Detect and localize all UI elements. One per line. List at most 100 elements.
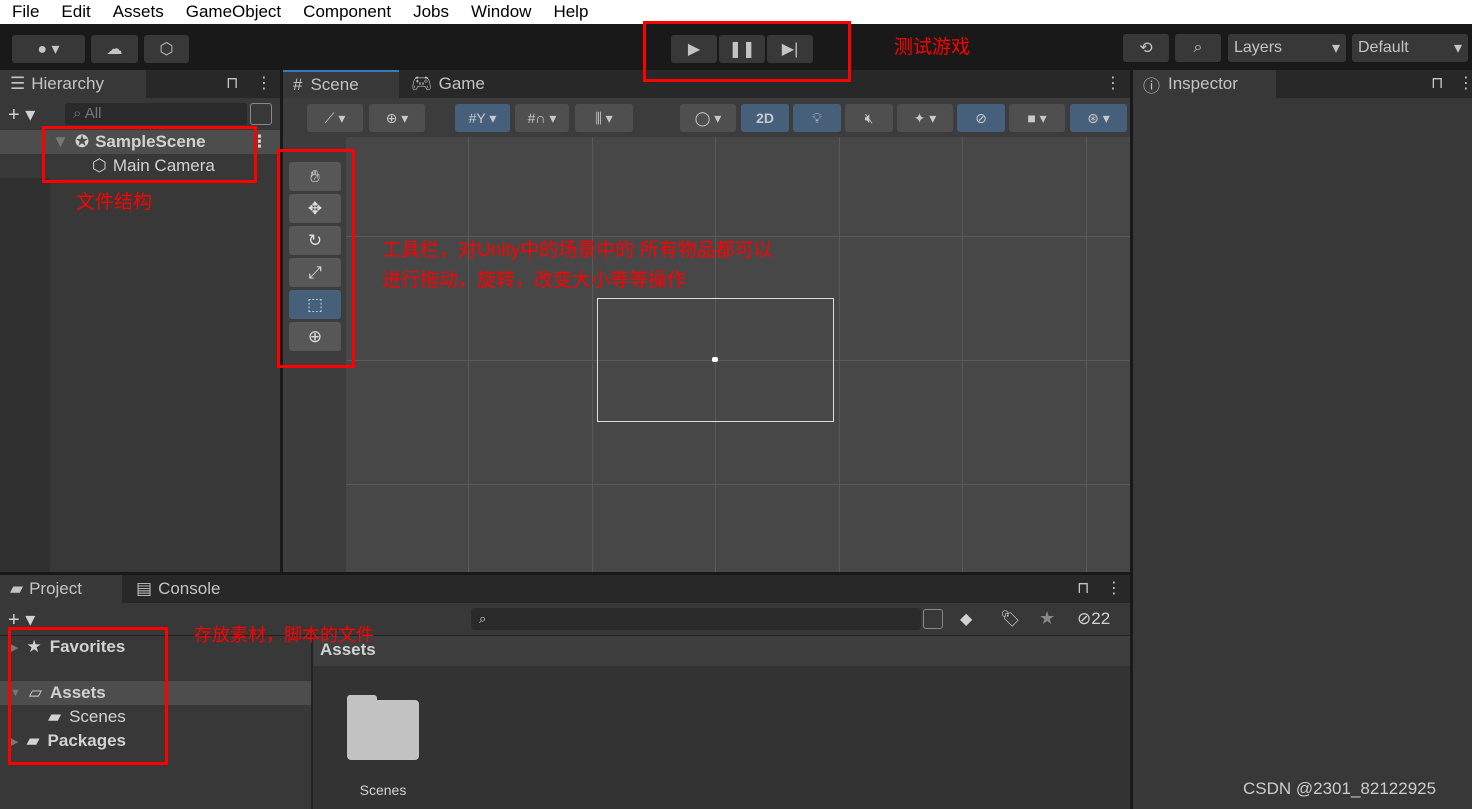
menu-gameobject[interactable]: GameObject (186, 2, 281, 22)
search-button[interactable]: ⌕ (1175, 34, 1221, 62)
lock-icon[interactable]: ⊓ (1431, 73, 1443, 93)
tab-console[interactable]: ▤ Console (126, 575, 230, 603)
shading-mode-dropdown[interactable]: ◯ ▾ (680, 104, 736, 132)
info-icon: ⓘ (1143, 76, 1160, 96)
devops-button[interactable]: ⬡ (144, 35, 189, 63)
add-button[interactable]: + ▾ (8, 102, 35, 127)
grid-hash-icon: # (293, 75, 303, 94)
globe-icon: ⊕ ▾ (385, 109, 409, 126)
step-button[interactable]: ▶| (767, 35, 813, 63)
camera-gizmo[interactable] (712, 357, 718, 362)
scene-name: SampleScene (95, 132, 206, 151)
lighting-toggle[interactable]: 💡︎ (793, 104, 841, 132)
tree-assets[interactable]: ▼ ▱ Assets (0, 681, 311, 705)
expand-search-icon[interactable] (250, 103, 272, 125)
rotate-tool[interactable]: ↻ (289, 226, 341, 255)
list-icon: ☰ (10, 74, 26, 93)
camera-dropdown[interactable]: ■ ▾ (1009, 104, 1065, 132)
search-icon: ⌕ (479, 611, 487, 626)
lock-icon[interactable]: ⊓ (226, 73, 238, 93)
star-icon[interactable]: ★ (1039, 608, 1055, 629)
rotate-icon: ↻ (307, 230, 323, 250)
grid-visibility-dropdown[interactable]: #Y ▾ (455, 104, 510, 132)
menu-jobs[interactable]: Jobs (413, 2, 449, 22)
tab-game[interactable]: 🎮︎ Game (401, 70, 495, 98)
menu-help[interactable]: Help (553, 2, 588, 22)
scale-tool[interactable]: ⤢ (289, 258, 341, 287)
scene-row[interactable]: ▼ ✪ SampleScene ⋮ (0, 130, 280, 154)
hidden-packages-toggle[interactable]: ⊘22 (1077, 609, 1110, 629)
star-icon: ★ (26, 637, 42, 656)
folder-label[interactable]: Scenes (343, 782, 423, 798)
hierarchy-item[interactable]: ⬡ Main Camera (0, 154, 280, 178)
account-button[interactable]: ● ▾ (12, 35, 85, 63)
history-button[interactable]: ⟲ (1123, 34, 1169, 62)
tab-project[interactable]: ▰ Project (0, 575, 122, 603)
audio-toggle[interactable]: 🔇︎ (845, 104, 893, 132)
unity-devops-icon: ⬡ (159, 41, 174, 58)
folder-icon[interactable] (347, 700, 419, 760)
tab-inspector[interactable]: ⓘ Inspector (1133, 70, 1276, 98)
expand-arrow-icon: ▶ (10, 735, 19, 748)
move-tool[interactable]: ✥ (289, 194, 341, 223)
ruler-icon: ⫼ ▾ (595, 109, 613, 126)
more-menu-icon[interactable]: ⋮ (1105, 73, 1121, 93)
transform-tool[interactable]: ⊕ (289, 322, 341, 351)
tree-label: Assets (49, 683, 106, 702)
grid-line (468, 137, 469, 572)
unity-scene-icon: ✪ (74, 132, 90, 151)
tab-hierarchy[interactable]: ☰ Hierarchy (0, 70, 146, 98)
menu-component[interactable]: Component (303, 2, 391, 22)
more-menu-icon[interactable]: ⋮ (1458, 73, 1472, 93)
annotation-tools-line1: 工具栏，对Unity中的场景中的 所有物品都可以 (382, 240, 773, 261)
filter-by-type-icon[interactable]: ◆ (960, 609, 972, 629)
menu-bar: File Edit Assets GameObject Component Jo… (0, 0, 1472, 24)
draw-mode-dropdown[interactable]: ⟋ ▾ (307, 104, 363, 132)
sphere-icon: ◯ ▾ (694, 109, 722, 126)
more-menu-icon[interactable]: ⋮ (256, 73, 272, 93)
effects-dropdown[interactable]: ✦ ▾ (897, 104, 953, 132)
tree-packages[interactable]: ▶ ▰ Packages (0, 729, 311, 753)
grid-line (592, 137, 593, 572)
rect-tool[interactable]: ⬚ (289, 290, 341, 319)
step-icon: ▶| (781, 41, 799, 58)
expand-arrow-icon: ▼ (52, 132, 69, 151)
2d-label: 2D (756, 110, 774, 126)
global-dropdown[interactable]: ⊕ ▾ (369, 104, 425, 132)
project-search-input[interactable]: ⌕ (471, 608, 921, 630)
menu-assets[interactable]: Assets (113, 2, 164, 22)
menu-edit[interactable]: Edit (61, 2, 90, 22)
scale-icon: ⤢ (308, 262, 322, 282)
expand-arrow-icon: ▼ (10, 687, 21, 699)
more-menu-icon[interactable]: ⋮ (1106, 578, 1122, 598)
hand-tool[interactable]: ✋︎ (289, 162, 341, 191)
cloud-button[interactable]: ☁ (91, 35, 138, 63)
gamepad-icon: 🎮︎ (411, 74, 433, 93)
hidden-objects-toggle[interactable]: ⊘ (957, 104, 1005, 132)
play-button[interactable]: ▶ (671, 35, 717, 63)
tree-scenes[interactable]: ▰ Scenes (0, 705, 311, 729)
pause-button[interactable]: ❚❚ (719, 35, 765, 63)
lock-icon[interactable]: ⊓ (1077, 578, 1089, 598)
increment-snap-dropdown[interactable]: ⫼ ▾ (575, 104, 633, 132)
expand-arrow-icon: ▶ (10, 641, 19, 654)
hierarchy-search-input[interactable]: ⌕ All (65, 103, 247, 125)
grid-icon: #Y ▾ (468, 109, 497, 126)
menu-file[interactable]: File (12, 2, 39, 22)
gizmos-dropdown[interactable]: ⊛ ▾ (1070, 104, 1127, 132)
more-menu-icon[interactable]: ⋮ (251, 132, 268, 152)
expand-search-icon[interactable] (923, 609, 943, 629)
create-button[interactable]: + ▾ (8, 607, 35, 632)
main-toolbar: ● ▾ ☁ ⬡ ▶ ❚❚ ▶| ⟲ ⌕ Layers ▾ Default ▾ (0, 24, 1472, 70)
annotation-play: 测试游戏 (894, 37, 971, 58)
grid-snap-dropdown[interactable]: #∩ ▾ (515, 104, 569, 132)
layout-dropdown[interactable]: Default ▾ (1352, 34, 1468, 62)
camera-icon: ■ ▾ (1027, 109, 1047, 126)
tag-icon[interactable]: 🏷︎ (1000, 609, 1020, 629)
tree-label: Packages (47, 731, 126, 750)
layers-dropdown[interactable]: Layers ▾ (1228, 34, 1346, 62)
menu-window[interactable]: Window (471, 2, 531, 22)
item-label: Main Camera (112, 156, 215, 175)
2d-toggle[interactable]: 2D (741, 104, 789, 132)
tab-scene[interactable]: # Scene (283, 70, 399, 98)
